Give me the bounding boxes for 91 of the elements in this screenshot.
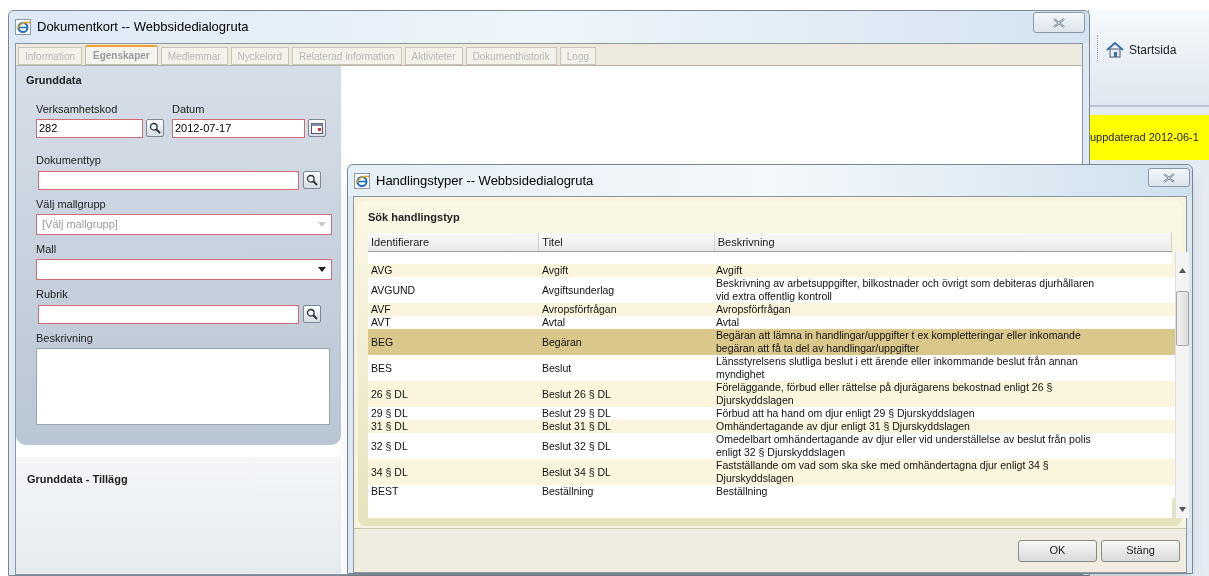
- table-cell-text: AVGUND: [370, 283, 417, 297]
- calendar-button[interactable]: [308, 119, 326, 137]
- input-field[interactable]: 2012-07-17: [172, 118, 305, 138]
- table-row[interactable]: AVGUND Avgiftsunderlag Beskrivning av arbetsuppgifter, bilkostnader och övrigt som debiteras djurhållaren vid extra offentlig kontroll: [368, 277, 1175, 303]
- close-icon: [1163, 172, 1175, 183]
- table-cell-text: BEST: [370, 485, 400, 498]
- table-cell-text: Omedelbart omhändertagande av djur eller vid underställelse av beslut från polis enligt 32 § Djurskyddslagen: [716, 433, 1092, 459]
- input-field[interactable]: [38, 170, 299, 190]
- table-row[interactable]: BEST Beställning Beställning: [368, 485, 1175, 498]
- field-label: Rubrik: [36, 287, 69, 301]
- table-row[interactable]: 26 § DL Beslut 26 § DL Föreläggande, förbud eller rättelse på djurägarens bekostnad enligt 26 § Djurskyddslagen: [368, 381, 1175, 407]
- house-icon: [1106, 42, 1124, 58]
- section-heading: Grunddata: [26, 73, 83, 88]
- table-cell-text: Förbud att ha hand om djur enligt 29 § Djurskyddslagen: [716, 407, 976, 420]
- field-label: Datum: [172, 102, 206, 116]
- table-cell-text: Avropsförfrågan: [716, 303, 792, 316]
- table-cell-text: Beskrivning av arbetsuppgifter, bilkostnader och övrigt som debiteras djurhållaren vid extra offentlig kontroll: [716, 277, 1096, 303]
- table-cell-text: Beslut 26 § DL: [541, 387, 612, 401]
- table-cell-text: Avropsförfrågan: [541, 303, 618, 316]
- table-cell-text: 26 § DL: [370, 387, 409, 401]
- caret-icon: [318, 266, 326, 272]
- table-cell-text: Avtal: [716, 316, 741, 329]
- table-cell-text: Beslut 29 § DL: [541, 407, 612, 420]
- field-label: Verksamhetskod: [36, 102, 119, 116]
- table-cell-text: 32 § DL: [370, 439, 409, 453]
- table-row[interactable]: BES Beslut Länsstyrelsens slutliga beslut i ett ärende eller inkommande beslut från annan myndighet: [368, 355, 1175, 381]
- close-icon: [1053, 17, 1065, 28]
- table-row[interactable]: AVG Avgift Avgift: [368, 264, 1175, 277]
- table-row[interactable]: BEG Begäran Begäran att lämna in handlingar/uppgifter t ex kompletteringar eller inkomande begäran att få ta del av handlingar/uppgifter: [368, 329, 1175, 355]
- dropdown-placeholder: [Välj mallgrupp]: [42, 216, 118, 232]
- dialog-button[interactable]: OK: [1018, 539, 1097, 562]
- table-cell-text: Föreläggande, förbud eller rättelse på djurägarens bekostnad enligt 26 § Djurskyddslagen: [716, 381, 1054, 407]
- field-label: Mall: [36, 242, 58, 256]
- notice-text: uppdaterad 2012-06-1: [1090, 130, 1199, 146]
- table-row[interactable]: 32 § DL Beslut 32 § DL Omedelbart omhändertagande av djur eller vid underställelse av beslut från polis enligt 32 § Djurskyddslagen: [368, 433, 1175, 459]
- table-cell-text: AVF: [370, 303, 392, 316]
- column-header[interactable]: Beskrivning: [714, 233, 1172, 251]
- scroll-up-arrow-icon[interactable]: [1179, 268, 1186, 273]
- table-cell-text: Beslut: [541, 361, 573, 375]
- input-field[interactable]: 282: [36, 118, 143, 138]
- table-cell-text: Beställning: [541, 485, 595, 498]
- table-cell-text: BES: [370, 361, 393, 375]
- table-cell-text: Avgift: [716, 264, 744, 277]
- table-cell-text: Fastställande om vad som ska ske med omhändertagna djur enligt 34 § Djurskyddslagen: [716, 459, 1050, 485]
- table-cell-text: Beslut 34 § DL: [541, 465, 612, 479]
- table-cell-text: Omhändertagande av djur enligt 31 § Djurskyddslagen: [716, 420, 971, 433]
- text-area[interactable]: [36, 347, 330, 425]
- table-cell-text: AVT: [370, 316, 392, 329]
- scroll-thumb[interactable]: [1176, 291, 1189, 346]
- home-button[interactable]: Startsida: [1106, 41, 1177, 59]
- scrollbar[interactable]: [1175, 252, 1189, 518]
- browser-icon: [15, 19, 31, 35]
- table-row[interactable]: 34 § DL Beslut 34 § DL Fastställande om vad som ska ske med omhändertagna djur enligt 34 § Djurskyddslagen: [368, 459, 1175, 485]
- dropdown[interactable]: [36, 258, 332, 280]
- table-cell-text: Länsstyrelsens slutliga beslut i ett ärende eller inkommande beslut från annan myndighet: [716, 355, 1079, 381]
- column-header[interactable]: Identifierare: [368, 233, 540, 251]
- caret-icon: [318, 221, 326, 227]
- table-cell-text: Begäran: [541, 335, 583, 349]
- table-cell-text: Avgift: [541, 264, 570, 277]
- section-heading: Sök handlingstyp: [368, 210, 461, 225]
- table-cell-text: 34 § DL: [370, 465, 409, 479]
- table-row[interactable]: 29 § DL Beslut 29 § DL Förbud att ha hand om djur enligt 29 § Djurskyddslagen: [368, 407, 1175, 420]
- window-title: Dokumentkort -- Webbsidedialogruta: [37, 18, 249, 37]
- table-cell-text: Beslut 32 § DL: [541, 439, 612, 453]
- table-cell-text: Avgiftsunderlag: [541, 283, 616, 297]
- table-cell-text: AVG: [370, 264, 394, 277]
- dialog-button[interactable]: Stäng: [1101, 539, 1180, 562]
- close-button[interactable]: [1033, 12, 1085, 33]
- table-cell-text: 31 § DL: [370, 420, 409, 433]
- window-title: Handlingstyper -- Webbsidedialogruta: [376, 171, 594, 190]
- table-cell-text: Begäran att lämna in handlingar/uppgifter t ex kompletteringar eller inkomande begäran att få ta del av handlingar/uppgifter: [716, 329, 1082, 355]
- search-button[interactable]: [146, 119, 164, 137]
- field-label: Beskrivning: [36, 331, 94, 345]
- search-button[interactable]: [303, 171, 321, 189]
- input-field[interactable]: [38, 304, 299, 324]
- scroll-down-arrow-icon[interactable]: [1179, 507, 1186, 512]
- table-cell-text: Beslut 31 § DL: [541, 420, 612, 433]
- table-cell-text: BEG: [370, 335, 395, 349]
- table-row[interactable]: AVT Avtal Avtal: [368, 316, 1175, 329]
- table-cell-text: Avtal: [541, 316, 567, 329]
- table-cell-text: Beställning: [716, 485, 769, 498]
- table-row[interactable]: AVF Avropsförfrågan Avropsförfrågan: [368, 303, 1175, 316]
- column-header[interactable]: Titel: [539, 233, 715, 251]
- field-label: Välj mallgrupp: [36, 197, 107, 211]
- field-label: Dokumenttyp: [36, 153, 102, 167]
- table-cell-text: 29 § DL: [370, 407, 409, 420]
- search-button[interactable]: [303, 305, 321, 323]
- close-button[interactable]: [1148, 168, 1190, 187]
- table-row[interactable]: 31 § DL Beslut 31 § DL Omhändertagande av djur enligt 31 § Djurskyddslagen: [368, 420, 1175, 433]
- browser-icon: [354, 172, 370, 189]
- section-heading: Grunddata - Tillägg: [27, 471, 129, 487]
